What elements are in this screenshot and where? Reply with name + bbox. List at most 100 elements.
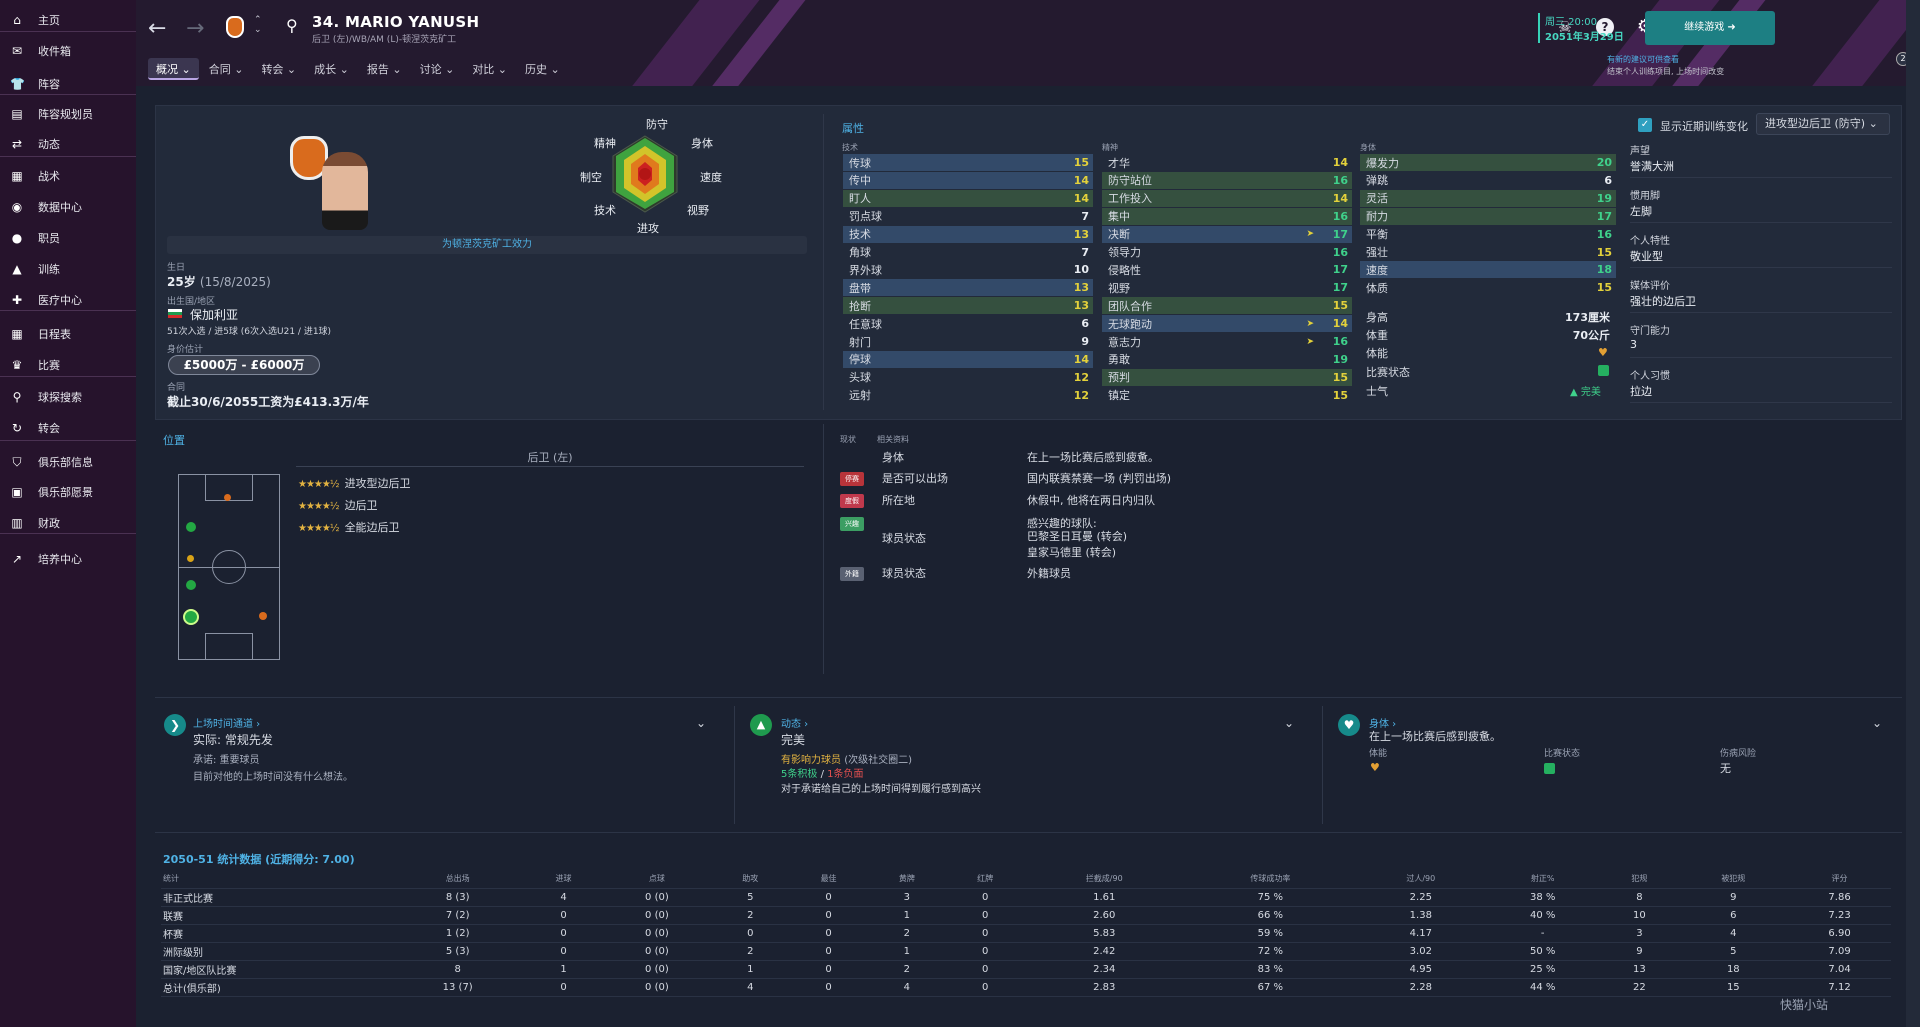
attribute-row[interactable]: 勇敢 19 (1102, 351, 1352, 368)
back-arrow-icon[interactable]: ← (148, 16, 166, 41)
sidebar-item-search[interactable]: ⚲ 球探搜索 (0, 383, 136, 411)
card1-expand-chevron-icon[interactable]: ⌄ (696, 716, 706, 730)
info-value[interactable]: 敬业型 (1630, 248, 1663, 264)
dynamics-link[interactable]: 动态 › (781, 715, 808, 730)
info-value[interactable]: 誉满大洲 (1630, 158, 1674, 174)
sidebar-item-data[interactable]: ◉ 数据中心 (0, 193, 136, 221)
role-row[interactable]: ★★★★½ 全能边后卫 (298, 519, 400, 535)
stats-header[interactable]: 黄牌 (867, 870, 946, 889)
sidebar-item-dynamics[interactable]: ⇄ 动态 (0, 130, 136, 158)
role-row[interactable]: ★★★★½ 进攻型边后卫 (298, 475, 411, 491)
attribute-row[interactable]: 才华 14 (1102, 154, 1352, 171)
club-crest-icon[interactable] (226, 16, 244, 38)
info-value[interactable]: 3 (1630, 338, 1637, 351)
attribute-row[interactable]: 射门 9 (843, 333, 1093, 350)
attribute-row[interactable]: 镇定 15 (1102, 387, 1352, 404)
continue-button[interactable]: 继续游戏 ➜ (1645, 11, 1775, 45)
notice[interactable]: 有新的建议可供查看 结束个人训练项目, 上场时间改变 (1607, 54, 1724, 78)
attribute-row[interactable]: 团队合作 15 (1102, 297, 1352, 315)
attribute-row[interactable]: 意志力 ➤ 16 (1102, 333, 1352, 350)
table-row[interactable]: 国家/地区队比赛 8 1 0 (0) 1 0 2 0 2.34 83 % 4.95 25 % 13 18 7… (161, 960, 1891, 979)
interest-club-1[interactable]: 巴黎圣日耳曼 (转会) (1027, 528, 1127, 544)
attribute-row[interactable]: 停球 14 (843, 350, 1093, 368)
sidebar-item-clipboard[interactable]: ▤ 阵容规划员 (0, 100, 136, 128)
attribute-row[interactable]: 爆发力 20 (1360, 154, 1616, 171)
stats-header[interactable]: 被犯规 (1678, 870, 1789, 889)
table-row[interactable]: 杯赛 1 (2) 0 0 (0) 0 0 2 0 5.83 59 % 4.17-3 4 6.90 (161, 924, 1891, 943)
stats-header[interactable]: 最佳 (789, 870, 868, 889)
sidebar-item-development[interactable]: ↗ 培养中心 (0, 545, 136, 573)
table-row[interactable]: 联赛 7 (2) 0 0 (0) 2 0 1 0 2.60 66 % 1.38 40 % 10 6 7.23 (161, 906, 1891, 925)
card2-expand-chevron-icon[interactable]: ⌄ (1284, 716, 1294, 730)
date-box[interactable]: 周三 20:00 2051年3月29日 (1538, 13, 1638, 43)
playing-time-link[interactable]: 上场时间通道 › (193, 715, 260, 730)
tab-0[interactable]: 概况 ⌄ (148, 58, 199, 80)
role-row[interactable]: ★★★★½ 边后卫 (298, 497, 378, 513)
tab-4[interactable]: 报告 ⌄ (359, 58, 410, 80)
role-select[interactable]: 进攻型边后卫 (防守) ⌄ (1756, 113, 1890, 135)
attribute-row[interactable]: 抢断 13 (843, 297, 1093, 315)
attribute-row[interactable]: 视野 17 (1102, 279, 1352, 296)
attribute-row[interactable]: 灵活 19 (1360, 189, 1616, 207)
sidebar-item-vision[interactable]: ▣ 俱乐部愿景 (0, 478, 136, 506)
tab-6[interactable]: 对比 ⌄ (464, 58, 515, 80)
sidebar-item-transfer[interactable]: ↻ 转会 (0, 414, 136, 442)
sidebar-item-tactics[interactable]: ▦ 战术 (0, 162, 136, 190)
sidebar-item-training[interactable]: ▲ 训练 (0, 255, 136, 283)
stats-header[interactable]: 助攻 (711, 870, 790, 889)
info-value[interactable]: 拉边 (1630, 383, 1652, 399)
attribute-row[interactable]: 盘带 13 (843, 279, 1093, 297)
attribute-row[interactable]: 技术 13 (843, 225, 1093, 243)
attribute-row[interactable]: 无球跑动 ➤ 14 (1102, 315, 1352, 333)
attribute-row[interactable]: 强壮 15 (1360, 244, 1616, 261)
table-row[interactable]: 洲际级别 5 (3) 0 0 (0) 2 0 1 0 2.42 72 % 3.02 50 % 9 5 7.0… (161, 942, 1891, 961)
attribute-row[interactable]: 远射 12 (843, 387, 1093, 404)
stats-header[interactable]: 总出场 (391, 870, 525, 889)
attribute-row[interactable]: 传球 15 (843, 154, 1093, 171)
sidebar-item-calendar[interactable]: ▦ 日程表 (0, 320, 136, 348)
attribute-row[interactable]: 弹跳 6 (1360, 172, 1616, 189)
player-switch-chevron-icon[interactable]: ⌃ ⌄ (254, 15, 262, 35)
tab-2[interactable]: 转会 ⌄ (253, 58, 304, 80)
stats-header[interactable]: 进球 (524, 870, 603, 889)
attribute-row[interactable]: 体质 15 (1360, 279, 1616, 296)
stats-header[interactable]: 拦截成/90 (1024, 870, 1185, 889)
nation-value[interactable]: 保加利亚 (190, 306, 238, 323)
sidebar-item-shield[interactable]: ⛉ 俱乐部信息 (0, 448, 136, 476)
attribute-row[interactable]: 预判 15 (1102, 368, 1352, 386)
scrollbar[interactable] (1906, 0, 1920, 1027)
attribute-row[interactable]: 传中 14 (843, 171, 1093, 189)
attribute-row[interactable]: 工作投入 14 (1102, 189, 1352, 207)
stats-header[interactable]: 统计 (161, 870, 391, 889)
show-training-checkbox[interactable]: ✓ (1638, 118, 1652, 132)
attribute-row[interactable]: 盯人 14 (843, 189, 1093, 207)
attribute-row[interactable]: 耐力 17 (1360, 207, 1616, 225)
club-link[interactable]: 为顿涅茨克矿工效力 (167, 236, 807, 254)
attribute-row[interactable]: 平衡 16 (1360, 226, 1616, 243)
stats-header[interactable]: 点球 (602, 870, 712, 889)
attribute-row[interactable]: 头球 12 (843, 369, 1093, 386)
stats-header[interactable]: 犯规 (1600, 870, 1679, 889)
sidebar-item-staff[interactable]: ● 职员 (0, 224, 136, 252)
attribute-row[interactable]: 角球 7 (843, 244, 1093, 261)
table-row[interactable]: 非正式比赛 8 (3) 4 0 (0) 5 0 3 0 1.61 75 % 2.25 38 % 8 9 7.… (161, 888, 1891, 907)
attribute-row[interactable]: 速度 18 (1360, 261, 1616, 279)
stats-header[interactable]: 评分 (1788, 870, 1891, 889)
attribute-row[interactable]: 界外球 10 (843, 261, 1093, 278)
attribute-row[interactable]: 罚点球 7 (843, 208, 1093, 225)
interest-club-2[interactable]: 皇家马德里 (转会) (1027, 544, 1116, 560)
search-icon[interactable]: ⚲ (286, 16, 298, 35)
sidebar-item-home[interactable]: ⌂ 主页 (0, 6, 136, 34)
stats-header[interactable]: 红牌 (945, 870, 1025, 889)
sidebar-item-inbox[interactable]: ✉ 收件箱 (0, 37, 136, 65)
attribute-row[interactable]: 侵略性 17 (1102, 261, 1352, 278)
table-row[interactable]: 总计(俱乐部) 13 (7) 0 0 (0) 4 0 4 0 2.83 67 % 2.28 44 % 2… (161, 978, 1891, 997)
forward-arrow-icon[interactable]: → (186, 16, 204, 41)
card3-expand-chevron-icon[interactable]: ⌄ (1872, 716, 1882, 730)
stats-header[interactable]: 传球成功率 (1184, 870, 1357, 889)
stats-header[interactable]: 射正% (1485, 870, 1601, 889)
tab-7[interactable]: 历史 ⌄ (517, 58, 568, 80)
tab-3[interactable]: 成长 ⌄ (306, 58, 357, 80)
stats-header[interactable]: 过人/90 (1356, 870, 1486, 889)
attribute-row[interactable]: 任意球 6 (843, 315, 1093, 332)
